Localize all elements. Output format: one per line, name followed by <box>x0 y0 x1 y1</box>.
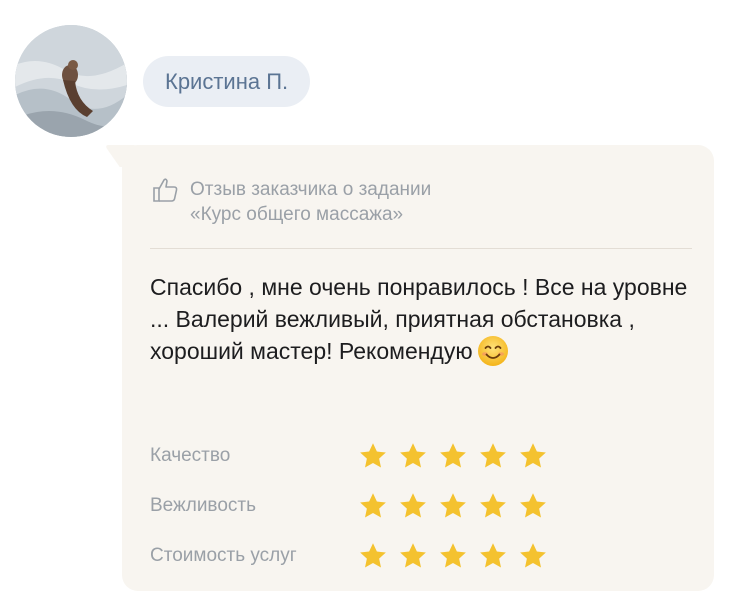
star-rating <box>358 541 558 571</box>
star-icon <box>440 493 466 518</box>
star-icon <box>360 443 386 468</box>
review-text: Спасибо , мне очень понравилось ! Все на… <box>150 274 688 364</box>
star-icon <box>480 443 506 468</box>
star-icon <box>520 543 546 568</box>
rating-label: Качество <box>150 445 231 466</box>
star-icon <box>400 493 426 518</box>
star-icon <box>360 543 386 568</box>
rating-row-politeness: Вежливость <box>150 481 558 531</box>
rating-row-price: Стоимость услуг <box>150 531 558 581</box>
rating-label: Вежливость <box>150 495 256 516</box>
user-name-badge[interactable]: Кристина П. <box>143 56 311 107</box>
star-icon <box>520 493 546 518</box>
star-icon <box>480 493 506 518</box>
review-header-text: Отзыв заказчика о задании «Курс общего м… <box>190 177 431 227</box>
star-icon <box>400 543 426 568</box>
review-task-name[interactable]: «Курс общего массажа» <box>190 202 431 227</box>
star-rating <box>358 441 558 471</box>
avatar-photo <box>15 25 127 137</box>
star-rating <box>358 491 558 521</box>
rating-label: Стоимость услуг <box>150 545 297 566</box>
review-card: Отзыв заказчика о задании «Курс общего м… <box>122 145 714 591</box>
review-header-title: Отзыв заказчика о задании <box>190 179 432 200</box>
rating-row-quality: Качество <box>150 431 558 481</box>
star-icon <box>440 443 466 468</box>
review-body: Спасибо , мне очень понравилось ! Все на… <box>150 271 690 367</box>
star-icon <box>360 493 386 518</box>
star-icon <box>400 443 426 468</box>
ratings-list: Качество Вежливость Стоимость услуг <box>150 431 558 581</box>
star-icon <box>480 543 506 568</box>
star-icon <box>440 543 466 568</box>
avatar[interactable] <box>15 25 127 137</box>
review-header: Отзыв заказчика о задании «Курс общего м… <box>150 177 431 227</box>
smiling-face-icon <box>477 336 508 366</box>
thumbs-up-icon <box>153 178 178 202</box>
divider <box>150 248 692 249</box>
star-icon <box>520 443 546 468</box>
user-name[interactable]: Кристина П. <box>165 69 288 95</box>
